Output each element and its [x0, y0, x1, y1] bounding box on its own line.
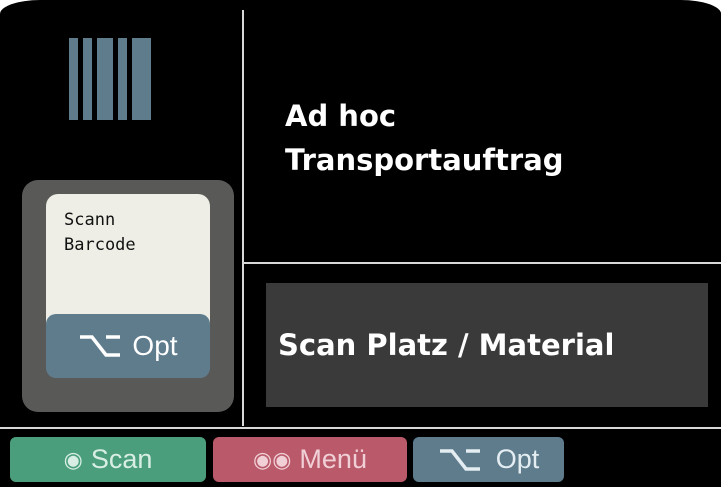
- page-title-line1: Ad hoc: [285, 99, 397, 133]
- frame-line-horizontal: [244, 262, 721, 264]
- scan-instruction: Scann Barcode: [64, 208, 136, 258]
- page-title: Ad hoc Transportauftrag: [285, 94, 564, 182]
- menu-button-label: Menü: [299, 444, 367, 474]
- option-key-icon: [80, 335, 121, 357]
- scan-instruction-line2: Barcode: [64, 235, 136, 255]
- option-key-icon: [439, 448, 480, 471]
- scan-instruction-line1: Scann: [64, 210, 116, 230]
- page-title-line2: Transportauftrag: [285, 143, 564, 177]
- scan-dot-icon: ◉: [63, 446, 83, 472]
- frame-line-vertical: [242, 10, 244, 426]
- status-message: Scan Platz / Material: [278, 328, 615, 362]
- menu-dots-icon: ◉◉: [253, 446, 292, 472]
- title-panel: Ad hoc Transportauftrag: [245, 10, 721, 258]
- device-screen: Scann Barcode Opt Ad hoc Transportauftra…: [0, 0, 721, 487]
- opt-button-label: Opt: [495, 444, 540, 474]
- scan-opt-label: Opt: [132, 330, 178, 361]
- frame-line-bottom: [0, 427, 721, 429]
- opt-button[interactable]: Opt: [413, 437, 564, 482]
- scan-opt-button[interactable]: Opt: [46, 314, 210, 378]
- scan-button[interactable]: ◉ Scan: [10, 437, 206, 482]
- menu-button[interactable]: ◉◉ Menü: [213, 437, 407, 482]
- barcode-icon: [69, 38, 151, 120]
- status-panel: Scan Platz / Material: [266, 283, 708, 407]
- scan-barcode-panel: Scann Barcode Opt: [46, 194, 210, 378]
- bottom-bar: ◉ Scan ◉◉ Menü Opt: [0, 430, 721, 487]
- scan-barcode-card: Scann Barcode Opt: [22, 180, 234, 412]
- scan-button-label: Scan: [90, 444, 153, 474]
